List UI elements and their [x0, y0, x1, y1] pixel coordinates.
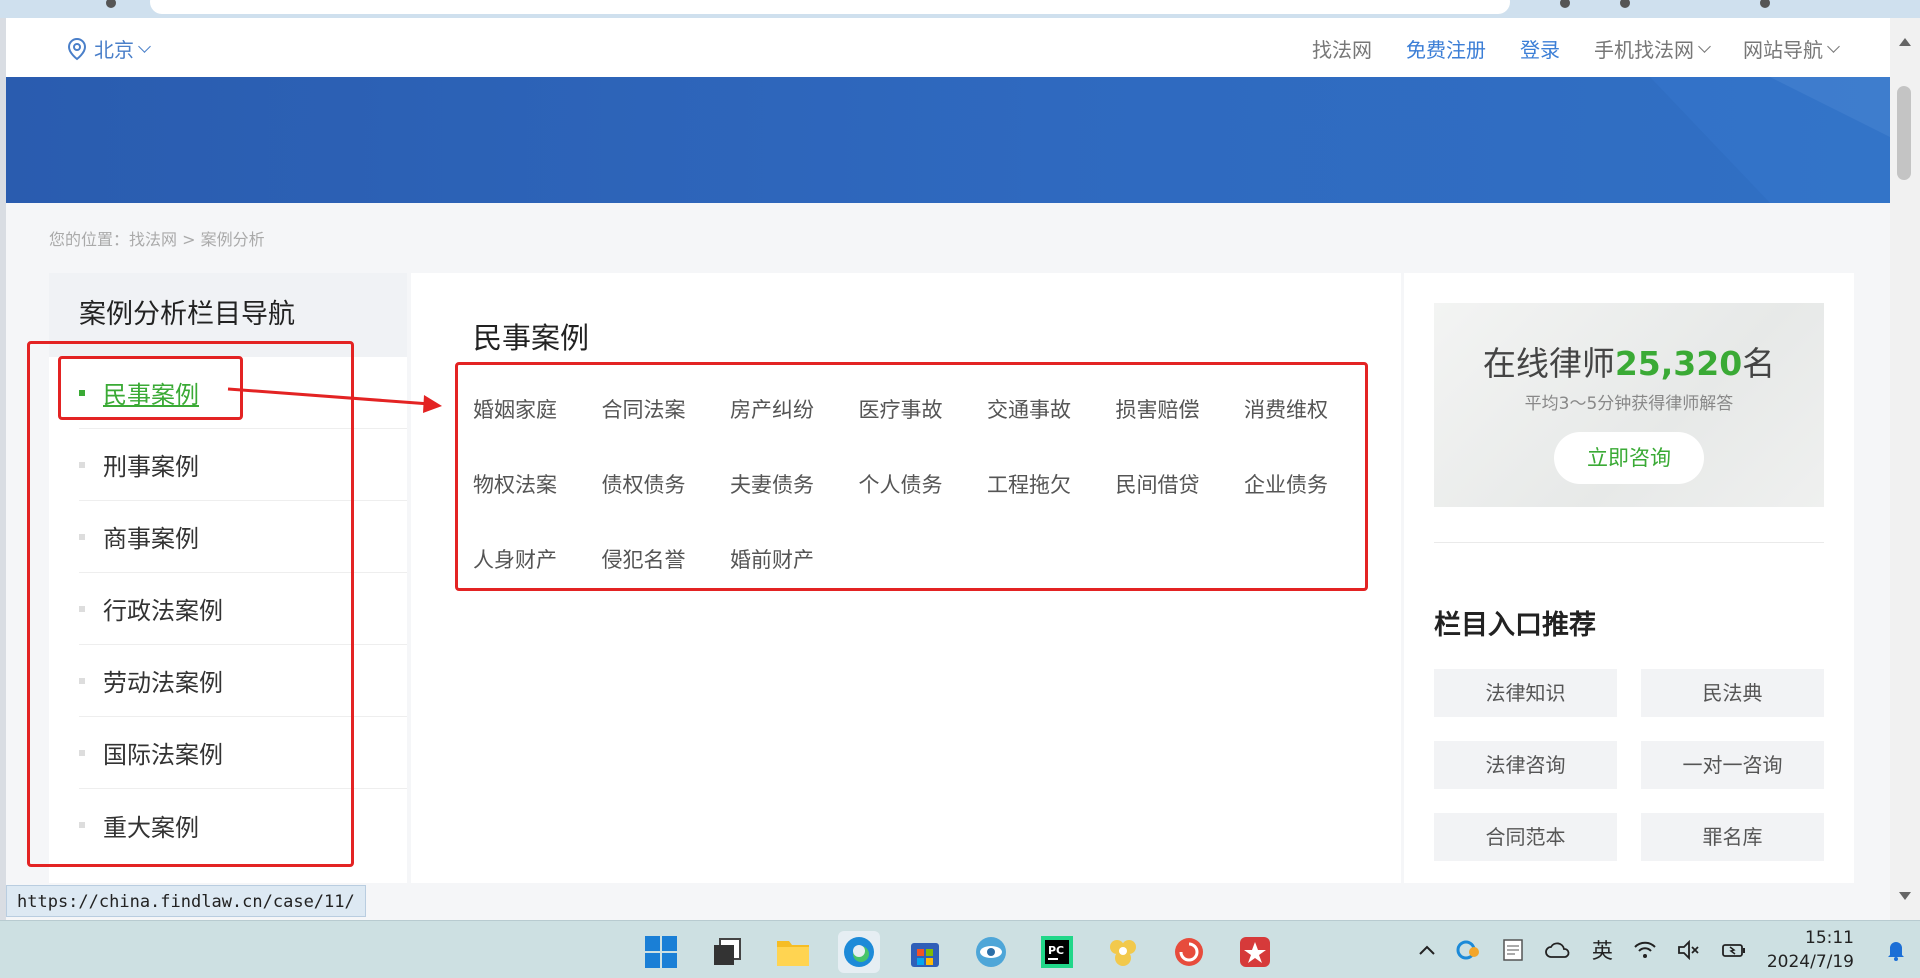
scrollbar-thumb[interactable] — [1897, 86, 1911, 180]
lawyer-count: 25,320 — [1614, 344, 1743, 383]
file-explorer-icon[interactable] — [772, 931, 814, 973]
volume-muted-icon[interactable] — [1677, 940, 1701, 960]
notification-bell-icon[interactable] — [1886, 939, 1906, 961]
copilot-icon[interactable] — [1456, 938, 1482, 962]
notepad-icon[interactable] — [1502, 938, 1524, 962]
online-lawyer-card: 在线律师25,320名 平均3～5分钟获得律师解答 立即咨询 — [1434, 303, 1824, 507]
link-status-url: https://china.findlaw.cn/case/11/ — [6, 885, 366, 917]
chevron-down-icon — [1827, 39, 1840, 53]
entry-civil-code[interactable]: 民法典 — [1641, 669, 1824, 717]
taskbar-apps: PC — [640, 931, 1300, 973]
city-label: 北京 — [94, 38, 134, 62]
onedrive-cloud-icon[interactable] — [1544, 941, 1572, 959]
flower-app-icon[interactable] — [1102, 931, 1144, 973]
panel-title: 民事案例 — [473, 321, 590, 355]
ime-indicator[interactable]: 英 — [1592, 935, 1613, 965]
windows-taskbar: PC 英 15:11 2024/7/19 — [0, 920, 1920, 978]
entry-legal-consult[interactable]: 法律咨询 — [1434, 741, 1617, 789]
page-scrollbar[interactable] — [1890, 18, 1920, 920]
site-topbar: 北京 找法网 免费注册 登录 手机找法网 网站导航 — [6, 18, 1890, 77]
star-app-icon[interactable] — [1234, 931, 1276, 973]
section-divider — [1434, 542, 1824, 543]
browser-profile-icon[interactable] — [1620, 0, 1630, 8]
svg-text:PC: PC — [1048, 944, 1064, 957]
chevron-down-icon — [138, 39, 151, 53]
pycharm-icon[interactable]: PC — [1036, 931, 1078, 973]
clock-date: 2024/7/19 — [1766, 952, 1854, 972]
task-view-icon[interactable] — [706, 931, 748, 973]
lawyer-count-line: 在线律师25,320名 — [1482, 344, 1776, 383]
annotation-box-categories — [455, 362, 1368, 591]
nav-link-findlaw[interactable]: 找法网 — [1312, 34, 1372, 63]
breadcrumb: 您的位置：找法网 > 案例分析 — [49, 230, 265, 249]
system-tray: 英 15:11 2024/7/19 — [1418, 921, 1920, 978]
entry-contract-templates[interactable]: 合同范本 — [1434, 813, 1617, 861]
system-clock[interactable]: 15:11 2024/7/19 — [1767, 926, 1854, 974]
browser-button-icon[interactable] — [106, 0, 116, 8]
right-sidebar: 在线律师25,320名 平均3～5分钟获得律师解答 立即咨询 栏目入口推荐 法律… — [1404, 273, 1854, 883]
address-bar[interactable] — [150, 0, 1510, 14]
chevron-down-icon — [1698, 39, 1711, 53]
entry-crime-database[interactable]: 罪名库 — [1641, 813, 1824, 861]
browser-menu-icon[interactable] — [1760, 0, 1770, 8]
recommend-title: 栏目入口推荐 — [1434, 610, 1596, 641]
eye-app-icon[interactable] — [970, 931, 1012, 973]
chevron-up-icon[interactable] — [1418, 944, 1436, 956]
consult-now-button[interactable]: 立即咨询 — [1554, 432, 1704, 484]
edge-browser-icon[interactable] — [838, 931, 880, 973]
nav-link-login[interactable]: 登录 — [1520, 34, 1560, 63]
battery-icon[interactable] — [1721, 941, 1747, 959]
entry-law-knowledge[interactable]: 法律知识 — [1434, 669, 1617, 717]
browser-extension-icon[interactable] — [1560, 0, 1570, 8]
nav-link-mobile[interactable]: 手机找法网 — [1594, 34, 1711, 63]
hero-banner — [6, 77, 1890, 203]
nav-link-sitemap[interactable]: 网站导航 — [1743, 34, 1840, 63]
nav-link-register[interactable]: 免费注册 — [1406, 34, 1486, 63]
recommend-entries: 法律知识 民法典 法律咨询 一对一咨询 合同范本 罪名库 — [1434, 669, 1824, 861]
browser-toolbar — [0, 0, 1920, 18]
annotation-box-active-item — [58, 356, 243, 420]
windows-start-icon[interactable] — [640, 931, 682, 973]
location-pin-icon — [67, 37, 87, 60]
banner-decoration — [1650, 77, 1890, 203]
spiral-app-icon[interactable] — [1168, 931, 1210, 973]
top-navigation: 找法网 免费注册 登录 手机找法网 网站导航 — [1278, 34, 1840, 63]
entry-one-on-one[interactable]: 一对一咨询 — [1641, 741, 1824, 789]
wifi-icon[interactable] — [1633, 940, 1657, 960]
scroll-up-icon[interactable] — [1899, 38, 1911, 46]
scroll-down-icon[interactable] — [1899, 892, 1911, 900]
microsoft-store-icon[interactable] — [904, 931, 946, 973]
city-selector[interactable]: 北京 — [66, 34, 151, 63]
lawyer-subtitle: 平均3～5分钟获得律师解答 — [1524, 394, 1734, 414]
clock-time: 15:11 — [1805, 928, 1854, 948]
